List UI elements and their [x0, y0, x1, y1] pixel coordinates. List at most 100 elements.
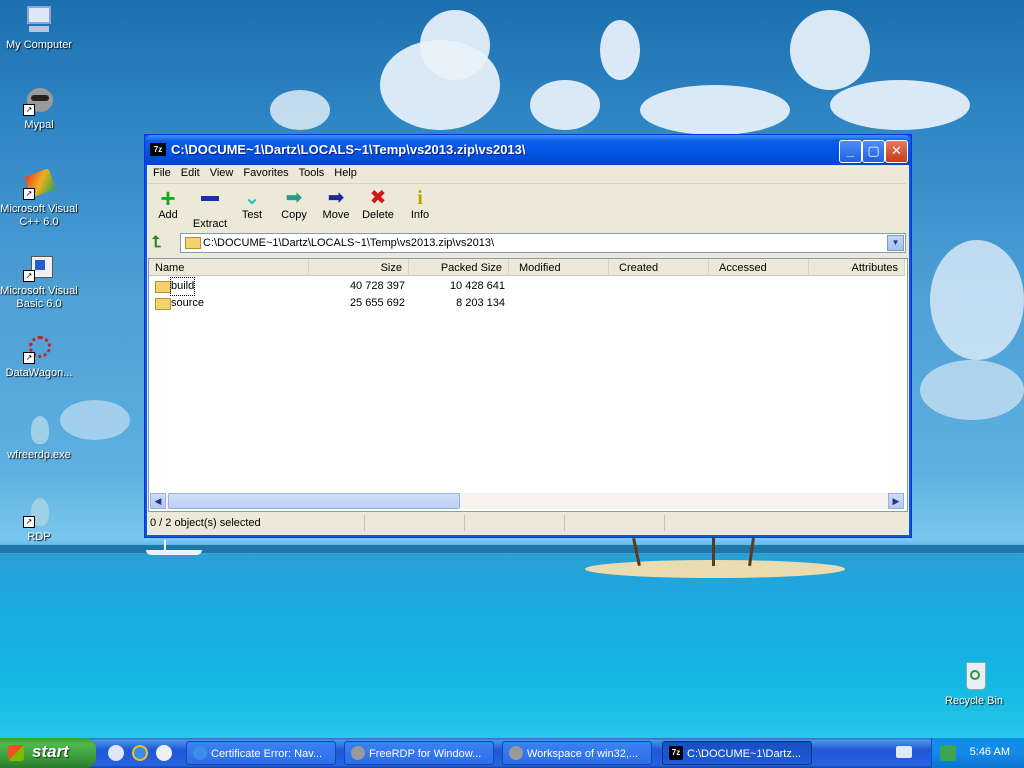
desktop-icon-my-computer[interactable]: My Computer — [0, 4, 79, 52]
column-header-modified[interactable]: Modified — [509, 259, 609, 276]
add-button[interactable]: + Add — [148, 185, 188, 221]
tool-label: Delete — [362, 209, 394, 221]
folder-icon — [185, 237, 201, 249]
tool-label: Test — [241, 209, 263, 221]
address-field[interactable]: C:\DOCUME~1\Dartz\LOCALS~1\Temp\vs2013.z… — [180, 233, 906, 253]
copy-arrow-icon: ➡ — [285, 187, 303, 209]
column-header-packed-size[interactable]: Packed Size — [409, 259, 509, 276]
file-size: 40 728 397 — [349, 280, 405, 292]
desktop-icon-rdp[interactable]: ↗ RDP — [0, 496, 79, 544]
info-icon: i — [417, 187, 423, 209]
delete-button[interactable]: ✖ Delete — [358, 187, 398, 221]
palm-tree — [712, 536, 715, 566]
toolbar: + Add Extract ⌄ Test ➡ Copy ➡ Move ✖ Del… — [148, 185, 906, 230]
raccoon-browser-icon — [509, 746, 523, 760]
tool-label: Move — [322, 209, 350, 221]
info-button[interactable]: i Info — [400, 187, 440, 221]
menu-tools[interactable]: Tools — [294, 165, 330, 179]
desktop-icon-wfreerdp[interactable]: wfreerdp.exe — [0, 414, 79, 462]
status-pane — [366, 515, 465, 531]
desktop-icon-label: RDP — [27, 531, 51, 543]
scroll-right-icon[interactable]: ▶ — [888, 493, 904, 509]
status-bar: 0 / 2 object(s) selected — [148, 514, 906, 533]
clock[interactable]: 5:46 AM — [970, 746, 1010, 758]
chevron-down-icon[interactable]: ▼ — [887, 235, 904, 251]
check-icon: ⌄ — [243, 187, 261, 209]
folder-icon — [155, 281, 171, 293]
column-header-created[interactable]: Created — [609, 259, 709, 276]
network-tray-icon[interactable] — [940, 745, 956, 761]
desktop-icon-label: Microsoft Visual Basic 6.0 — [0, 285, 78, 310]
column-header-size[interactable]: Size — [309, 259, 409, 276]
desktop-icon-visual-cpp[interactable]: ↗ Microsoft Visual C++ 6.0 — [0, 168, 79, 229]
file-size: 25 655 692 — [349, 297, 405, 309]
taskbar-item-workspace[interactable]: Workspace of win32,... — [502, 741, 652, 765]
file-name: build — [169, 277, 196, 296]
folder-icon — [155, 298, 171, 310]
copy-button[interactable]: ➡ Copy — [274, 187, 314, 221]
scrollbar-thumb[interactable] — [168, 493, 460, 509]
taskbar-item-7zip[interactable]: 7z C:\DOCUME~1\Dartz... — [662, 741, 812, 765]
my-computer-icon — [23, 4, 55, 36]
taskbar-item-label: FreeRDP for Window... — [369, 748, 482, 760]
status-pane — [566, 515, 665, 531]
column-header-accessed[interactable]: Accessed — [709, 259, 809, 276]
cloud — [270, 90, 330, 130]
cloud — [600, 20, 640, 80]
tool-label: Add — [158, 209, 178, 221]
show-desktop-icon[interactable] — [108, 745, 124, 761]
datawagon-icon: ↗ — [23, 332, 55, 364]
taskbar-item-certificate-error[interactable]: Certificate Error: Nav... — [186, 741, 336, 765]
desktop-icon-recycle-bin[interactable]: Recycle Bin — [934, 660, 1014, 708]
move-button[interactable]: ➡ Move — [316, 187, 356, 221]
desktop-icon-datawagon[interactable]: ↗ DataWagon... — [0, 332, 79, 380]
taskbar: start Certificate Error: Nav... FreeRDP … — [0, 738, 1024, 768]
file-packed-size: 8 203 134 — [456, 297, 505, 309]
menu-bar: File Edit View Favorites Tools Help — [148, 165, 906, 184]
ie-icon[interactable] — [132, 745, 148, 761]
desktop-icon-visual-basic[interactable]: ↗ Microsoft Visual Basic 6.0 — [0, 250, 79, 311]
menu-file[interactable]: File — [148, 165, 176, 179]
maximize-button[interactable]: ▢ — [862, 140, 885, 163]
desktop-icon-mypal[interactable]: ↗ Mypal — [0, 84, 79, 132]
raccoon-browser-icon — [351, 746, 365, 760]
taskbar-item-label: C:\DOCUME~1\Dartz... — [687, 748, 801, 760]
taskbar-item-label: Workspace of win32,... — [527, 748, 639, 760]
keyboard-layout-icon[interactable] — [896, 746, 912, 758]
column-header-attributes[interactable]: Attributes — [809, 259, 905, 276]
raccoon-browser-icon: ↗ — [23, 84, 55, 116]
file-list: Name Size Packed Size Modified Created A… — [148, 258, 908, 512]
extract-button[interactable]: Extract — [190, 187, 230, 230]
sailboat — [146, 540, 202, 556]
media-player-icon[interactable] — [156, 745, 172, 761]
menu-edit[interactable]: Edit — [176, 165, 205, 179]
table-row[interactable]: source 25 655 692 8 203 134 — [149, 295, 905, 312]
freerdp-icon: ↗ — [23, 496, 55, 528]
address-bar: ⮤ C:\DOCUME~1\Dartz\LOCALS~1\Temp\vs2013… — [148, 231, 906, 255]
up-folder-icon[interactable]: ⮤ — [152, 234, 170, 252]
visual-basic-icon: ↗ — [23, 250, 55, 282]
7zip-app-icon[interactable]: 7z — [150, 143, 166, 156]
minimize-button[interactable]: _ — [839, 140, 862, 163]
tool-label: Copy — [281, 209, 307, 221]
file-name: source — [171, 297, 205, 309]
menu-view[interactable]: View — [205, 165, 239, 179]
cloud — [930, 240, 1024, 360]
menu-favorites[interactable]: Favorites — [238, 165, 293, 179]
horizontal-scrollbar[interactable]: ◀ ▶ — [150, 493, 904, 509]
window-titlebar[interactable]: 7z C:\DOCUME~1\Dartz\LOCALS~1\Temp\vs201… — [145, 135, 911, 165]
system-tray: 5:46 AM — [931, 738, 1024, 768]
start-button[interactable]: start — [0, 738, 96, 768]
close-button[interactable]: ✕ — [885, 140, 908, 163]
freerdp-icon — [23, 414, 55, 446]
table-row[interactable]: build 40 728 397 10 428 641 — [149, 277, 905, 296]
scroll-left-icon[interactable]: ◀ — [150, 493, 166, 509]
taskbar-item-freerdp[interactable]: FreeRDP for Window... — [344, 741, 494, 765]
desktop-icon-label: Recycle Bin — [944, 695, 1004, 707]
cloud — [830, 80, 970, 130]
menu-help[interactable]: Help — [329, 165, 362, 179]
desktop-background: My Computer ↗ Mypal ↗ Microsoft Visual C… — [0, 0, 1024, 768]
test-button[interactable]: ⌄ Test — [232, 187, 272, 221]
tool-label: Info — [410, 209, 430, 221]
column-header-name[interactable]: Name — [149, 259, 309, 276]
